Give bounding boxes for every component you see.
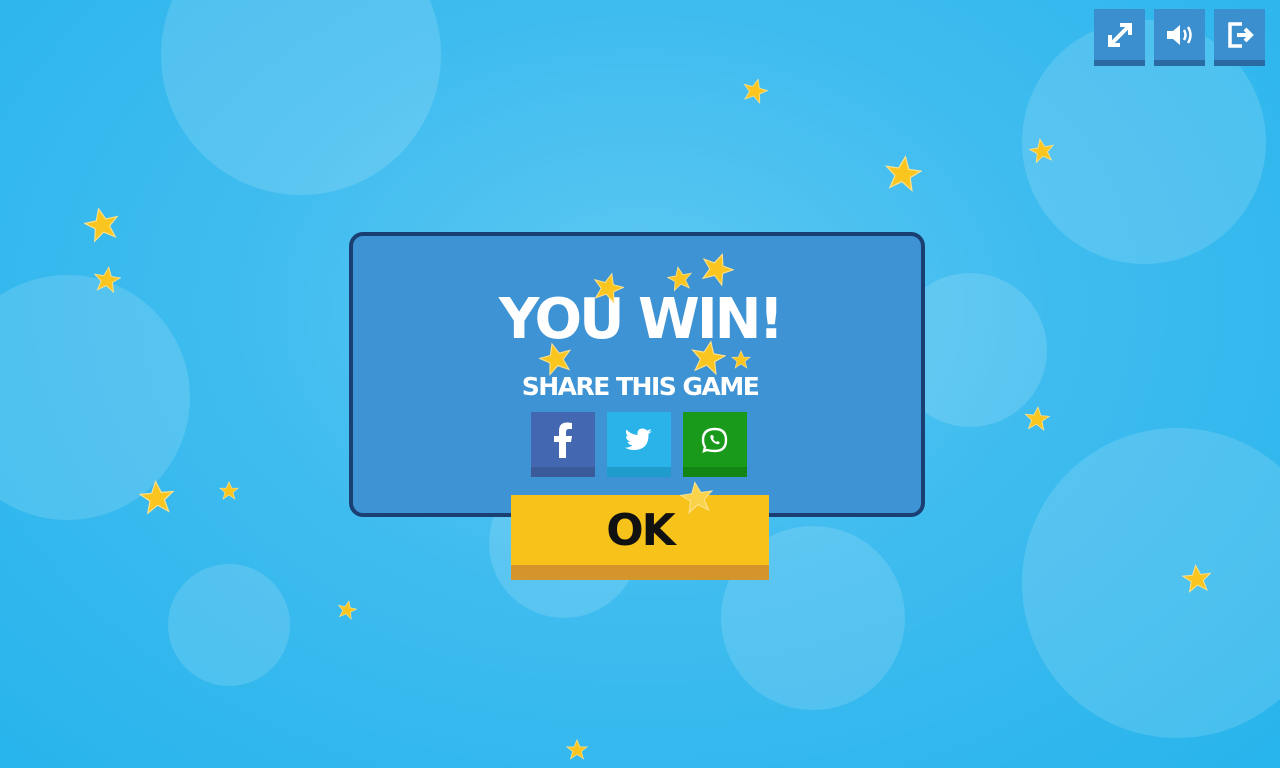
star-icon xyxy=(1182,564,1212,593)
win-title: YOU WIN! xyxy=(498,287,784,352)
fullscreen-icon xyxy=(1107,22,1132,47)
top-controls xyxy=(1094,9,1265,66)
star-icon xyxy=(84,207,119,243)
ok-button-label: OK xyxy=(606,504,675,556)
exit-button[interactable] xyxy=(1214,9,1265,66)
star-icon xyxy=(337,600,357,620)
star-icon xyxy=(743,78,768,104)
background-bubble xyxy=(168,564,290,686)
sound-button[interactable] xyxy=(1154,9,1205,66)
star-icon xyxy=(593,272,624,304)
star-icon xyxy=(701,252,734,286)
star-icon xyxy=(884,155,922,193)
star-icon xyxy=(731,350,751,369)
star-icon xyxy=(539,342,572,376)
share-buttons xyxy=(531,412,747,477)
exit-icon xyxy=(1227,21,1254,48)
sound-icon xyxy=(1166,24,1192,45)
facebook-share-button[interactable] xyxy=(531,412,595,477)
star-icon xyxy=(691,340,726,376)
fullscreen-button[interactable] xyxy=(1094,9,1145,66)
star-icon xyxy=(139,480,175,515)
whatsapp-icon xyxy=(701,427,728,453)
star-icon xyxy=(93,266,121,294)
star-icon xyxy=(219,481,239,500)
facebook-icon xyxy=(554,422,572,458)
share-title: SHARE THIS GAME xyxy=(521,372,760,401)
star-icon xyxy=(566,739,588,760)
twitter-share-button[interactable] xyxy=(607,412,671,477)
star-icon xyxy=(1024,406,1050,431)
star-icon xyxy=(667,266,693,292)
star-icon xyxy=(1029,138,1055,164)
whatsapp-share-button[interactable] xyxy=(683,412,747,477)
background-bubble xyxy=(1022,428,1280,738)
star-icon xyxy=(680,481,714,515)
twitter-icon xyxy=(625,428,652,450)
background-bubble xyxy=(161,0,441,195)
ok-button[interactable]: OK xyxy=(511,495,769,580)
